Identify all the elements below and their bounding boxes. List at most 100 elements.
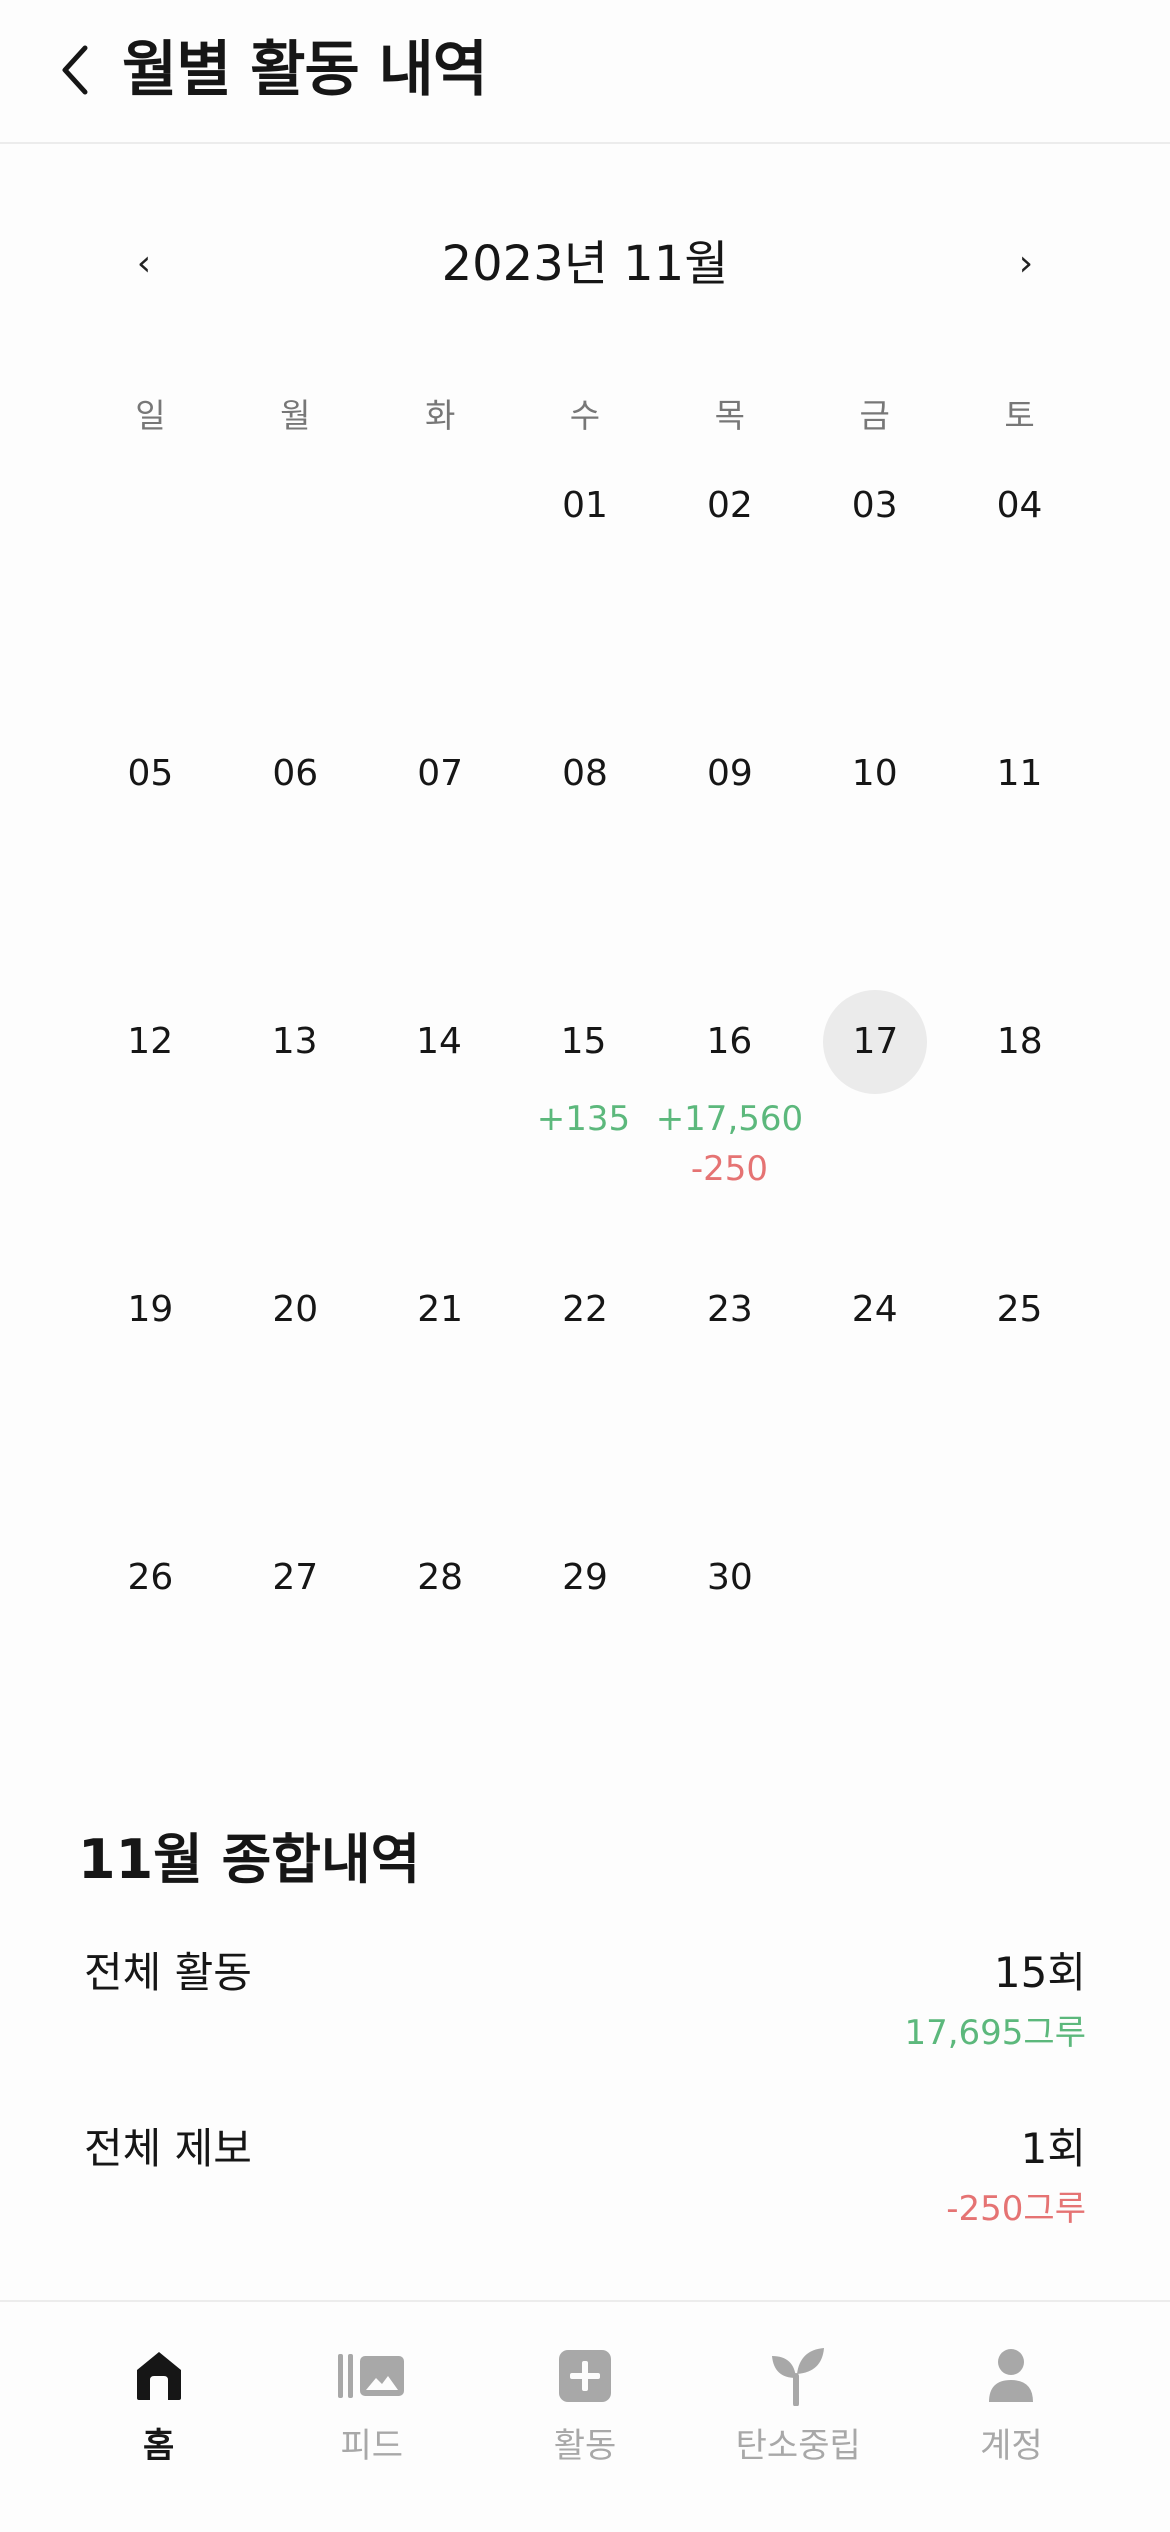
calendar-day-cell[interactable]: 22 [513,1252,658,1520]
calendar-day-cell[interactable]: 27 [223,1520,368,1788]
bottom-tab-bar: 홈 피드 활동 탄소중립 계정 [0,2300,1170,2532]
calendar-empty-cell [802,1520,947,1788]
calendar-day-cell[interactable]: 28 [368,1520,513,1788]
calendar-day-number: 16 [706,1021,753,1062]
calendar-day-cell[interactable]: 17 [803,984,947,1252]
calendar-day-cell[interactable]: 23 [657,1252,802,1520]
calendar-empty-cell [223,448,368,716]
calendar-day-number: 04 [996,485,1043,526]
home-icon [125,2342,193,2410]
calendar-week-row: 01 02 03 04 [78,448,1092,716]
calendar-day-today: 17 [823,990,928,1094]
page-title: 월별 활동 내역 [122,35,488,105]
weekday-label: 화 [424,396,456,435]
chevron-left-icon [62,45,88,95]
calendar-day-number: 02 [706,485,753,526]
calendar-day-number: 24 [851,1289,898,1330]
calendar-day-cell[interactable]: 30 [657,1520,802,1788]
weekday-label: 월 [280,396,311,435]
calendar-day-number: 07 [417,753,464,794]
back-button[interactable] [40,30,110,110]
calendar-day-number: 14 [416,1021,462,1062]
weekday-header: 일 월 화 수 목 금 토 [78,384,1092,448]
calendar-day-cell[interactable]: 09 [657,716,802,984]
calendar-day-cell[interactable]: 18 [948,984,1092,1252]
tab-label: 피드 [340,2426,404,2466]
calendar-day-number: 19 [127,1289,174,1330]
calendar-day-cell[interactable]: 24 [802,1252,947,1520]
calendar-day-number: 08 [562,753,608,794]
calendar-day-cell[interactable]: 05 [78,716,223,984]
summary-tree-amount: 17,695그루 [904,2013,1086,2053]
calendar-day-cell[interactable]: 10 [802,716,947,984]
day-tree-gain: +17,560 [655,1099,804,1139]
calendar-day-cell[interactable]: 04 [947,448,1092,716]
calendar-day-number: 25 [996,1289,1043,1330]
calendar-day-number: 28 [417,1557,464,1598]
calendar-day-cell[interactable]: 15 +135 [511,984,655,1252]
summary-count: 1회 [1020,2124,1086,2173]
summary-row-activity: 전체 활동 15회 17,695그루 [84,1936,1086,2086]
calendar-day-cell[interactable]: 19 [78,1252,223,1520]
calendar-day-cell[interactable]: 03 [802,448,947,716]
feed-icon [337,2342,406,2410]
calendar-week-row: 26 27 28 29 30 [78,1520,1092,1788]
calendar-day-number: 27 [272,1557,319,1598]
calendar-grid: 일 월 화 수 목 금 토 01 02 03 04 05 06 07 08 09 10 11 12 13… [78,384,1092,1788]
tab-feed[interactable]: 피드 [265,2302,478,2532]
tab-label: 활동 [553,2426,617,2466]
weekday-label: 수 [569,396,601,435]
calendar-day-number: 12 [127,1021,174,1062]
summary-tree-amount: -250그루 [946,2189,1086,2229]
day-tree-loss: -250 [690,1149,768,1189]
tab-account[interactable]: 계정 [905,2302,1118,2532]
calendar-day-cell[interactable]: 26 [78,1520,223,1788]
summary-count: 15회 [993,1948,1086,1997]
calendar-day-number: 03 [851,485,898,526]
calendar-day-number: 18 [996,1021,1043,1062]
calendar-day-cell[interactable]: 06 [223,716,368,984]
calendar-day-cell[interactable]: 14 [367,984,511,1252]
tab-label: 홈 [142,2426,175,2466]
tab-label: 탄소중립 [735,2426,861,2466]
calendar-day-cell[interactable]: 07 [368,716,513,984]
calendar-empty-cell [947,1520,1092,1788]
calendar-day-cell[interactable]: 02 [657,448,802,716]
calendar-week-row: 12 13 14 15 +135 16 +17,560 -250 17 18 [78,984,1092,1252]
tab-home[interactable]: 홈 [52,2302,265,2532]
calendar-day-number: 29 [562,1557,608,1598]
tab-activity[interactable]: 활동 [478,2302,691,2532]
calendar-day-cell[interactable]: 25 [947,1252,1092,1520]
calendar-day-number: 06 [272,753,319,794]
weekday-label: 일 [135,396,166,435]
calendar-day-number: 11 [996,753,1043,794]
calendar-empty-cell [78,448,223,716]
calendar-day-number: 13 [271,1021,318,1062]
tab-carbon-neutral[interactable]: 탄소중립 [692,2302,905,2532]
weekday-label: 목 [714,396,746,435]
calendar-day-cell[interactable]: 12 [78,984,222,1252]
calendar-week-row: 05 06 07 08 09 10 11 [78,716,1092,984]
calendar-day-number: 15 [560,1021,607,1062]
weekday-label: 금 [859,396,890,435]
calendar-day-cell[interactable]: 11 [947,716,1092,984]
calendar-day-cell[interactable]: 16 +17,560 -250 [656,984,803,1252]
calendar-week-row: 19 20 21 22 23 24 25 [78,1252,1092,1520]
calendar-day-number: 05 [127,753,174,794]
calendar-day-cell[interactable]: 13 [222,984,366,1252]
calendar-day-cell[interactable]: 21 [368,1252,513,1520]
calendar-empty-cell [368,448,513,716]
calendar-day-number: 26 [127,1557,174,1598]
app-header: 월별 활동 내역 [0,0,1170,144]
next-month-button[interactable]: › [986,222,1066,306]
summary-title: 11월 종합내역 [78,1828,421,1891]
add-activity-icon [551,2342,619,2410]
calendar-day-cell[interactable]: 08 [513,716,658,984]
calendar-day-cell[interactable]: 29 [513,1520,658,1788]
calendar-day-cell[interactable]: 01 [513,448,658,716]
calendar-day-cell[interactable]: 20 [223,1252,368,1520]
sprout-icon [764,2342,832,2410]
calendar-weeks: 01 02 03 04 05 06 07 08 09 10 11 12 13 14 15 +135 16 +17,… [78,448,1092,1788]
calendar-day-number: 22 [562,1289,608,1330]
summary-row-report: 전체 제보 1회 -250그루 [84,2112,1086,2262]
